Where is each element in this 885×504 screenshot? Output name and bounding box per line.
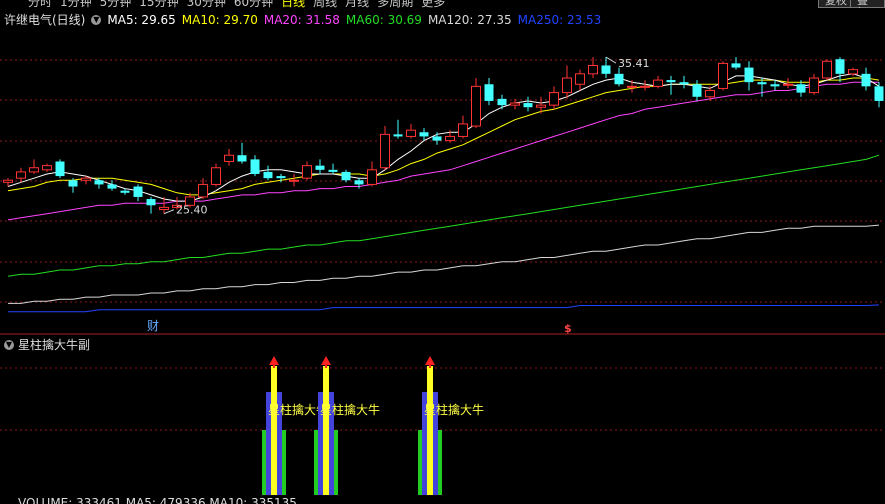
candle-body <box>510 102 520 106</box>
low-pointer <box>163 209 175 215</box>
candle-body <box>822 60 832 79</box>
candle-body <box>679 82 689 85</box>
candle-body <box>341 171 351 181</box>
candle-body <box>29 167 39 173</box>
candle-body <box>159 206 169 210</box>
signal-core-bar <box>271 366 277 495</box>
high-pointer <box>605 56 617 64</box>
candle-body <box>94 180 104 185</box>
signal-label: 星柱擒大牛 <box>320 402 380 417</box>
candle-body <box>484 84 494 101</box>
candle-body <box>757 82 767 85</box>
candle-body <box>614 73 624 85</box>
candle-body <box>536 104 546 108</box>
candle-body <box>393 134 403 137</box>
candle-body <box>861 73 871 87</box>
volume-legend: VOLUME: 333461 MA5: 479336 MA10: 335135 <box>18 496 297 504</box>
ma10-line <box>7 77 880 196</box>
candle-body <box>406 129 416 137</box>
indicator-panel: 星柱擒大牛星柱擒大牛 星柱擒大牛 <box>262 356 484 495</box>
candle-body <box>835 59 845 74</box>
candle-body <box>211 167 221 185</box>
candle-body <box>146 199 156 206</box>
candle-body <box>601 65 611 74</box>
candle-body <box>16 171 26 179</box>
candle-body <box>549 92 559 106</box>
cai-marker[interactable]: 财 <box>147 319 159 333</box>
candle-body <box>81 177 91 181</box>
candle-body <box>237 155 247 162</box>
candle-body <box>523 103 533 108</box>
candle-body <box>796 84 806 93</box>
candle-body <box>809 77 819 94</box>
candle-body <box>55 161 65 177</box>
candle-body <box>744 67 754 83</box>
candle-body <box>731 63 741 68</box>
candle-body <box>588 64 598 75</box>
signal-arrow-icon <box>425 356 435 365</box>
candle-body <box>471 85 481 127</box>
ma250-line <box>8 304 880 313</box>
candle-body <box>575 73 585 85</box>
candle-body <box>874 86 884 101</box>
candle-body <box>783 83 793 86</box>
indicator-name[interactable]: 星柱擒大牛副 <box>18 336 90 353</box>
candle-body <box>107 184 117 189</box>
candle-body <box>289 179 299 182</box>
ma120-line <box>8 224 880 304</box>
candle-body <box>68 180 78 187</box>
candle-body <box>562 77 572 94</box>
candle-body <box>380 133 390 169</box>
signal-label: 星柱擒大牛 <box>424 402 484 417</box>
candle-body <box>315 165 325 170</box>
price-chart[interactable]: 35.4125.40 星柱擒大牛星柱擒大牛 星柱擒大牛 财 $ <box>0 0 885 504</box>
candle-body <box>302 165 312 179</box>
candle-body <box>497 98 507 106</box>
candle-body <box>770 84 780 87</box>
candle-body <box>640 85 650 88</box>
candle-body <box>705 90 715 98</box>
candle-body <box>627 85 637 88</box>
candle-body <box>42 165 52 171</box>
candle-body <box>692 84 702 97</box>
dollar-marker[interactable]: $ <box>564 322 572 335</box>
candle-body <box>133 186 143 197</box>
candlesticks <box>3 57 884 214</box>
signal-core-bar <box>323 366 329 495</box>
indicator-legend: ▼ 星柱擒大牛副 <box>4 336 90 353</box>
chevron-down-icon[interactable]: ▼ <box>4 339 14 350</box>
candle-body <box>250 159 260 174</box>
candle-body <box>198 183 208 198</box>
candle-body <box>666 80 676 83</box>
candle-body <box>354 180 364 185</box>
ma60-line <box>7 154 880 277</box>
candle-body <box>445 135 455 142</box>
high-price-label: 35.41 <box>618 57 650 70</box>
candle-body <box>419 132 429 137</box>
candle-body <box>328 169 338 172</box>
low-price-label: 25.40 <box>176 204 208 217</box>
candle-body <box>367 169 377 185</box>
candle-body <box>848 69 858 75</box>
candle-body <box>653 79 663 87</box>
signal-core-bar <box>427 366 433 495</box>
signal-arrow-icon <box>321 356 331 365</box>
candle-body <box>718 62 728 89</box>
candle-body <box>3 179 13 183</box>
candle-body <box>263 171 273 179</box>
candle-body <box>120 190 130 193</box>
candle-body <box>276 176 286 179</box>
signal-arrow-icon <box>269 356 279 365</box>
grid-lines <box>0 59 885 431</box>
candle-body <box>432 136 442 141</box>
candle-body <box>458 123 468 137</box>
candle-body <box>224 154 234 162</box>
